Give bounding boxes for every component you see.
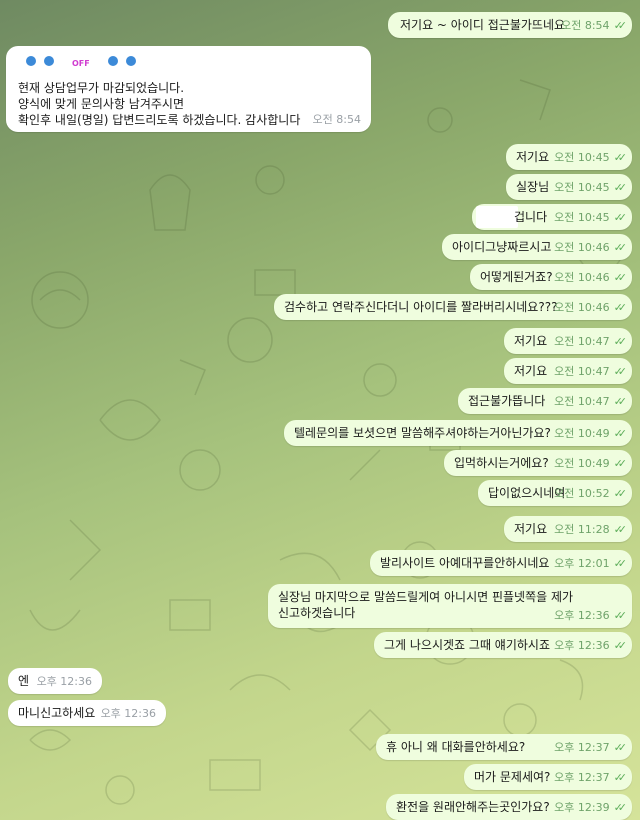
blue-dot-icon [26,56,36,66]
message-text: 접근불가뜹니다 [468,394,546,408]
read-check-icon: ✓✓ [613,395,628,408]
message-text: 저기요 [514,522,548,536]
read-check-icon: ✓✓ [613,741,628,754]
message-text: 텔레문의를 보셧으면 말씀해주셔야하는거아닌가요? [294,426,551,440]
message-time: 오전 10:45 [554,211,610,224]
read-check-icon: ✓✓ [613,639,628,652]
message-text: 저기요 [516,150,550,164]
message-text: 머가 문제세여? [474,770,551,784]
message-time: 오전 11:28 [554,523,610,536]
message-time: 오후 12:01 [554,557,610,570]
read-check-icon: ✓✓ [613,241,628,254]
read-check-icon: ✓✓ [613,19,628,32]
outgoing-message: 환전을 원래안해주는곳인가요? 오후 12:39 ✓✓ [386,794,632,820]
outgoing-message: 저기요 오전 10:47 ✓✓ [504,358,632,384]
message-time: 오전 10:47 [554,365,610,378]
message-time: 오후 12:36 [554,609,610,622]
blue-dot-icon [108,56,118,66]
message-time: 오후 12:36 [100,707,156,720]
read-check-icon: ✓✓ [613,557,628,570]
read-check-icon: ✓✓ [613,523,628,536]
read-check-icon: ✓✓ [613,151,628,164]
message-time: 오후 12:37 [554,771,610,784]
read-check-icon: ✓✓ [613,301,628,314]
read-check-icon: ✓✓ [613,271,628,284]
outgoing-message: 저기요 오전 11:28 ✓✓ [504,516,632,542]
message-time: 오후 12:36 [36,675,92,688]
notice-line: 현재 상담업무가 마감되었습니다. [18,81,185,95]
message-text: 겁니다 [514,210,548,224]
outgoing-message: 검수하고 연락주신다더니 아이디를 짤라버리시네요??? 오전 10:46 ✓✓ [274,294,632,320]
notice-line: 양식에 맞게 문의사항 남겨주시면 [18,97,185,111]
message-text: 실장님 [516,180,550,194]
message-time: 오전 10:46 [554,301,610,314]
message-text: 저기요 [514,364,548,378]
message-text: 아이디그냥짜르시고 [452,240,552,254]
off-badge: OFF [72,59,90,68]
message-text-line2: 신고하겟습니다 [278,606,356,620]
read-check-icon: ✓✓ [613,771,628,784]
message-text: 발리사이트 아예대꾸를안하시네요 [380,556,550,570]
message-text: 마니신고하세요 [18,706,96,720]
notice-line: 확인후 내일(명일) 답변드리도록 하겠습니다. 감사합니다 [18,113,301,127]
outgoing-message: 답이없으시네여 오전 10:52 ✓✓ [478,480,632,506]
message-time: 오후 12:37 [554,741,610,754]
message-text: 저기요 ~ 아이디 접근불가뜨네요 [400,18,566,32]
message-time: 오전 8:54 [312,113,361,126]
read-check-icon: ✓✓ [613,457,628,470]
outgoing-message: 저기요 ~ 아이디 접근불가뜨네요 오전 8:54 ✓✓ [388,12,632,38]
message-text: 입먹하시는거에요? [454,456,549,470]
message-text: 저기요 [514,334,548,348]
blue-dot-icon [126,56,136,66]
outgoing-message: 실장님 오전 10:45 ✓✓ [506,174,632,200]
message-text: 실장님 마지막으로 말씀드릴게여 아니시면 핀플넷쪽을 제가 [278,590,574,604]
outgoing-message: 입먹하시는거에요? 오전 10:49 ✓✓ [444,450,632,476]
read-check-icon: ✓✓ [613,365,628,378]
message-time: 오전 10:46 [554,241,610,254]
outgoing-message: 머가 문제세여? 오후 12:37 ✓✓ [464,764,632,790]
read-check-icon: ✓✓ [613,801,628,814]
outgoing-message: 아이디그냥짜르시고 오전 10:46 ✓✓ [442,234,632,260]
auto-reply-notice-bubble: OFF 현재 상담업무가 마감되었습니다. 양식에 맞게 문의사항 남겨주시면 … [6,46,371,132]
message-time: 오후 12:36 [554,639,610,652]
incoming-message: 마니신고하세요 오후 12:36 [8,700,166,726]
message-time: 오전 10:52 [554,487,610,500]
outgoing-message: 접근불가뜹니다 오전 10:47 ✓✓ [458,388,632,414]
message-time: 오전 10:45 [554,181,610,194]
outgoing-message: 휴 아니 왜 대화를안하세요? 오후 12:37 ✓✓ [376,734,632,760]
read-check-icon: ✓✓ [613,335,628,348]
message-time: 오전 10:47 [554,395,610,408]
message-time: 오전 10:49 [554,427,610,440]
outgoing-message: 어떻게된거죠? 오전 10:46 ✓✓ [470,264,632,290]
message-time: 오전 10:49 [554,457,610,470]
read-check-icon: ✓✓ [613,181,628,194]
message-text: 어떻게된거죠? [480,270,553,284]
outgoing-message: 겁니다 오전 10:45 ✓✓ [472,204,632,230]
outgoing-message: 저기요 오전 10:47 ✓✓ [504,328,632,354]
message-time: 오전 10:46 [554,271,610,284]
message-time: 오후 12:39 [554,801,610,814]
message-time: 오전 10:47 [554,335,610,348]
read-check-icon: ✓✓ [613,211,628,224]
outgoing-message: 실장님 마지막으로 말씀드릴게여 아니시면 핀플넷쪽을 제가 신고하겟습니다 오… [268,584,632,628]
message-text: 검수하고 연락주신다더니 아이디를 짤라버리시네요??? [284,300,558,314]
message-text: 엔 [18,674,30,688]
outgoing-message: 저기요 오전 10:45 ✓✓ [506,144,632,170]
outgoing-message: 텔레문의를 보셧으면 말씀해주셔야하는거아닌가요? 오전 10:49 ✓✓ [284,420,632,446]
incoming-message: 엔 오후 12:36 [8,668,102,694]
message-text: 환전을 원래안해주는곳인가요? [396,800,550,814]
redacted-area [476,206,518,228]
read-check-icon: ✓✓ [613,427,628,440]
blue-dot-icon [44,56,54,66]
outgoing-message: 그게 나으시겟죠 그때 얘기하시죠 오후 12:36 ✓✓ [374,632,632,658]
message-text: 휴 아니 왜 대화를안하세요? [386,740,526,754]
outgoing-message: 발리사이트 아예대꾸를안하시네요 오후 12:01 ✓✓ [370,550,632,576]
message-time: 오전 10:45 [554,151,610,164]
message-text: 그게 나으시겟죠 그때 얘기하시죠 [384,638,551,652]
read-check-icon: ✓✓ [613,487,628,500]
read-check-icon: ✓✓ [613,609,628,622]
message-time: 오전 8:54 [561,19,610,32]
